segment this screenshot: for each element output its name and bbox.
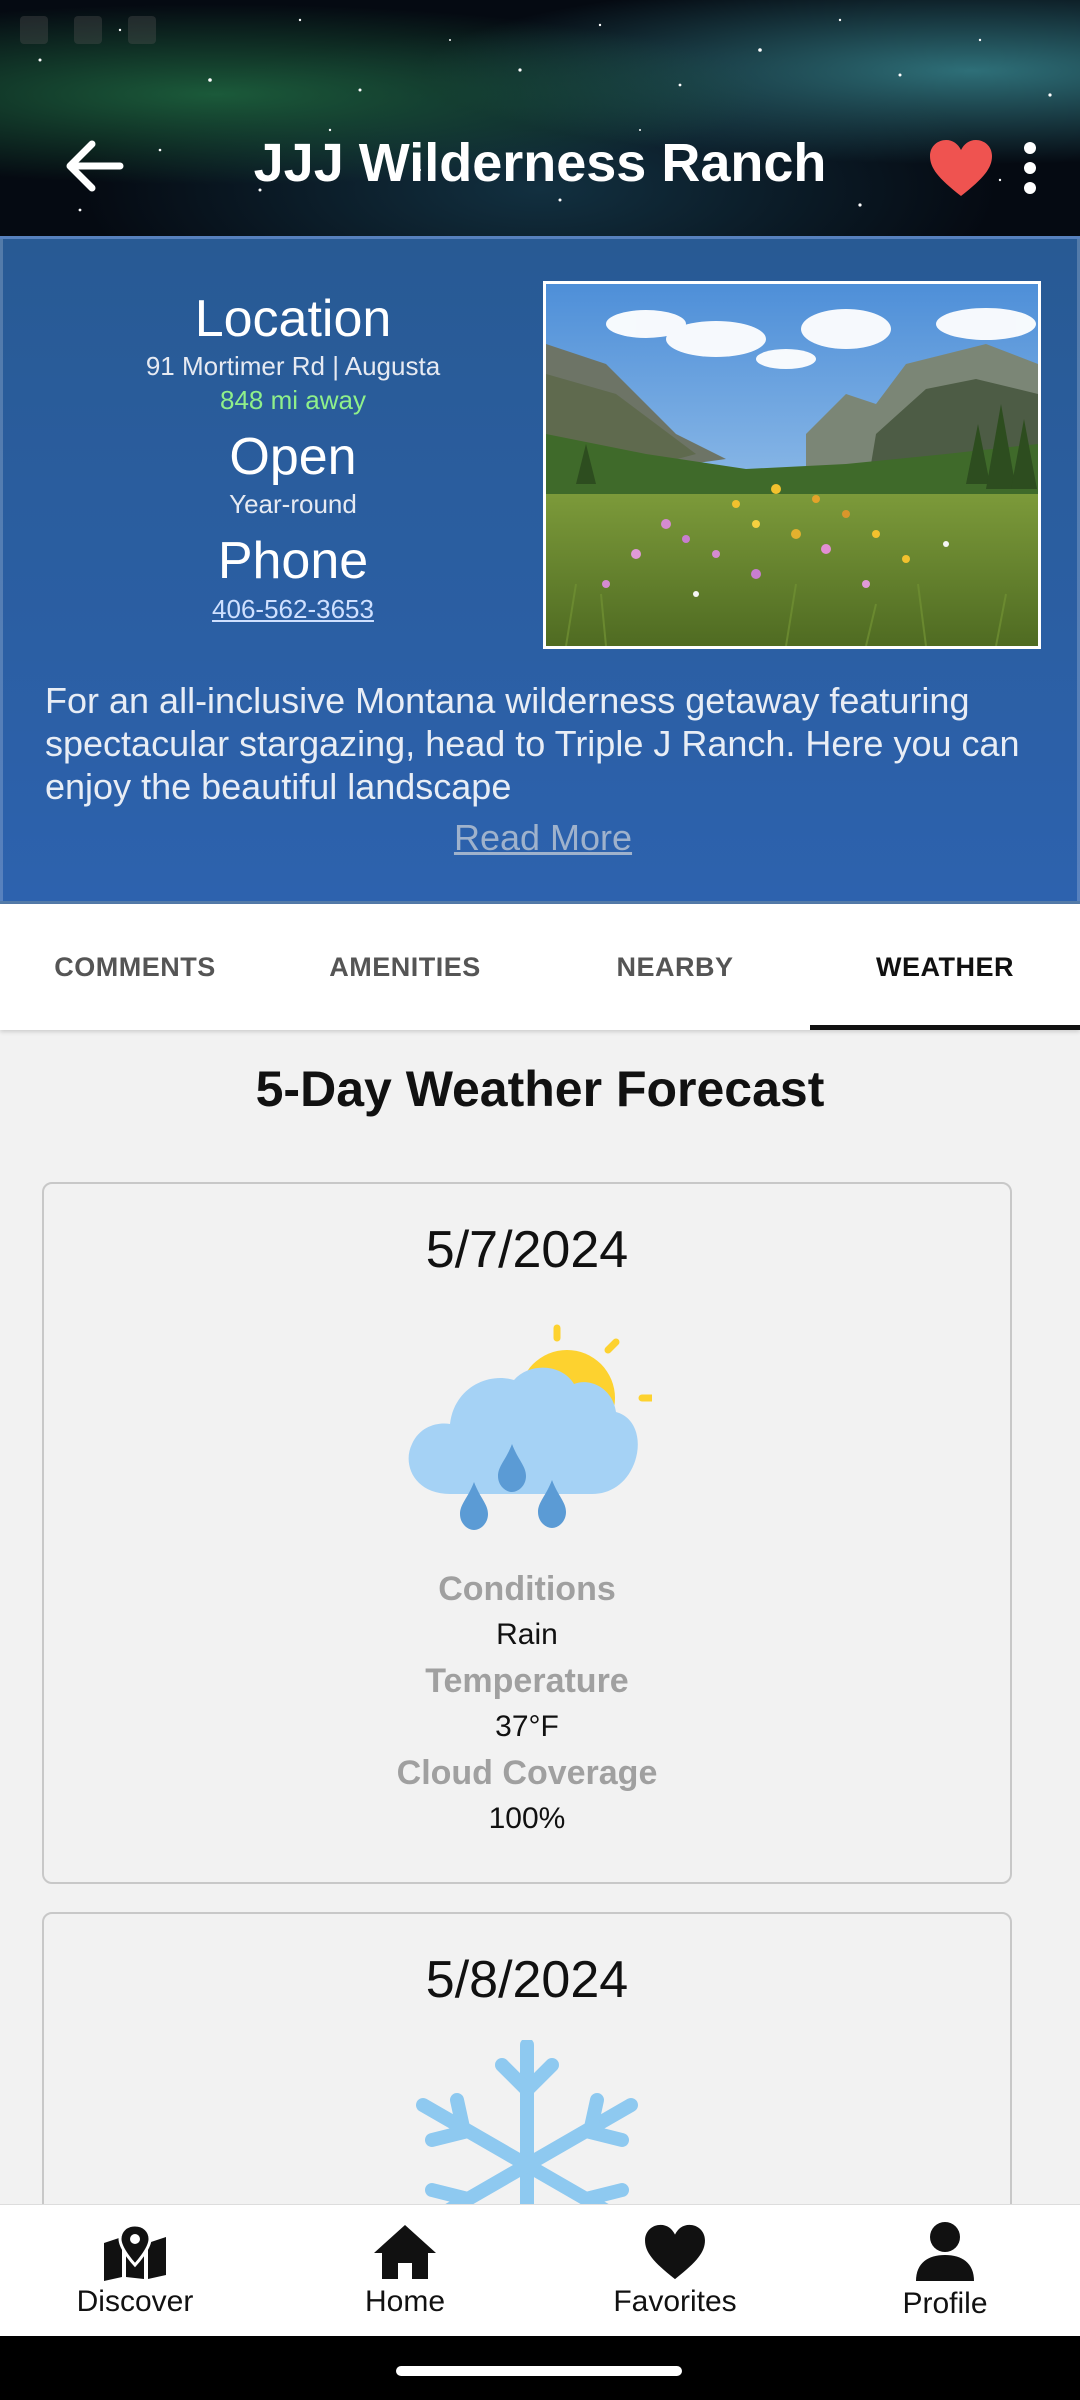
forecast-card: 5/8/2024 [42, 1912, 1012, 2204]
info-details: Location 91 Mortimer Rd | Augusta 848 mi… [73, 289, 513, 627]
temperature-label: Temperature [425, 1662, 629, 1700]
nav-home[interactable]: Home [270, 2205, 540, 2336]
app-header: JJJ Wilderness Ranch [0, 0, 1080, 236]
address-text: 91 Mortimer Rd | Augusta [145, 351, 441, 381]
more-options-button[interactable] [1016, 138, 1044, 198]
tab-comments[interactable]: COMMENTS [0, 904, 270, 1030]
tab-amenities[interactable]: AMENITIES [270, 904, 540, 1030]
conditions-label: Conditions [438, 1570, 616, 1608]
tab-bar: COMMENTS AMENITIES NEARBY WEATHER [0, 904, 1080, 1030]
status-icon [74, 16, 102, 44]
rain-sun-icon [408, 1324, 652, 1530]
person-icon [916, 2221, 974, 2281]
open-value: Year-round [229, 489, 357, 519]
starfield-background [38, 18, 1052, 212]
forecast-date: 5/8/2024 [425, 1951, 629, 2009]
open-heading: Open [229, 428, 357, 486]
app-screen: JJJ Wilderness Ranch Location 91 Mortime… [0, 0, 1080, 2400]
page-title: JJJ Wilderness Ranch [253, 133, 827, 193]
home-indicator[interactable] [396, 2366, 682, 2376]
bottom-navigation: Discover Home Favorites Profile [0, 2204, 1080, 2336]
conditions-value: Rain [496, 1618, 558, 1651]
status-bar-icons [20, 16, 156, 44]
nav-profile[interactable]: Profile [810, 2205, 1080, 2336]
dot [1024, 142, 1036, 154]
phone-link[interactable]: 406-562-3653 [73, 591, 513, 627]
tab-nearby[interactable]: NEARBY [540, 904, 810, 1030]
forecast-title: 5-Day Weather Forecast [255, 1061, 825, 1117]
nav-discover[interactable]: Discover [0, 2205, 270, 2336]
snowflake-icon [416, 2040, 638, 2204]
dot [1024, 182, 1036, 194]
cloud-coverage-label: Cloud Coverage [396, 1754, 658, 1792]
nav-label-profile: Profile [902, 2286, 988, 2320]
status-icon [20, 16, 48, 44]
map-pin-icon [104, 2222, 166, 2281]
info-panel: Location 91 Mortimer Rd | Augusta 848 mi… [0, 236, 1080, 904]
phone-heading: Phone [217, 532, 369, 590]
forecast-list[interactable]: 5/7/2024 Conditions Rain Temperature 37°… [0, 1140, 1080, 2204]
dot [1024, 162, 1036, 174]
nav-label-discover: Discover [76, 2284, 194, 2318]
nav-label-home: Home [364, 2284, 446, 2318]
status-icon [128, 16, 156, 44]
nav-label-favorites: Favorites [613, 2284, 737, 2318]
nav-favorites[interactable]: Favorites [540, 2205, 810, 2336]
ranch-photo [543, 281, 1041, 649]
distance-text: 848 mi away [220, 385, 366, 415]
temperature-value: 37°F [495, 1710, 559, 1743]
tab-weather[interactable]: WEATHER [810, 904, 1080, 1030]
forecast-date: 5/7/2024 [425, 1221, 629, 1279]
heart-icon [645, 2224, 705, 2279]
read-more-link[interactable]: Read More [3, 817, 1080, 859]
favorite-heart-icon[interactable] [928, 138, 994, 198]
cloud-coverage-value: 100% [488, 1802, 566, 1835]
description-text: For an all-inclusive Montana wilderness … [45, 680, 1020, 807]
location-heading: Location [194, 290, 392, 348]
forecast-card: 5/7/2024 Conditions Rain Temperature 37°… [42, 1182, 1012, 1884]
home-icon [374, 2224, 436, 2279]
